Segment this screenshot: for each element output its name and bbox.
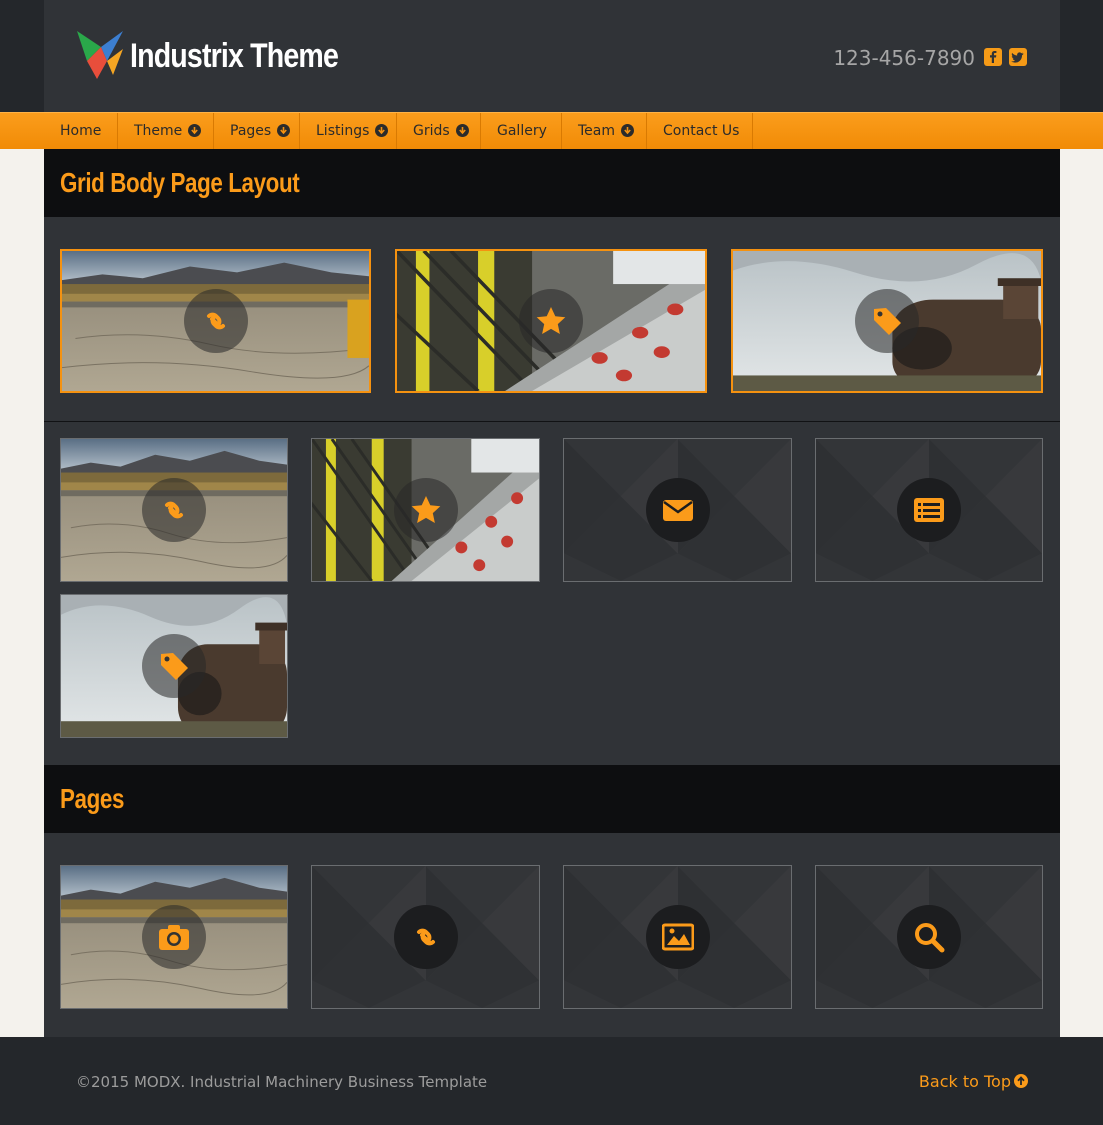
featured-tile[interactable]: [60, 249, 371, 393]
main-content: Grid Body Page Layout Pages: [44, 149, 1060, 1037]
site-brand[interactable]: Industrix Theme: [130, 36, 339, 76]
chevron-down-icon: [277, 124, 291, 137]
phone-number: 123-456-7890: [833, 46, 975, 70]
page-tile[interactable]: [311, 865, 540, 1009]
chevron-down-icon: [455, 124, 469, 137]
arrow-up-circle-icon: [1014, 1074, 1028, 1088]
grid-tile[interactable]: [60, 594, 288, 738]
link-icon: [416, 928, 435, 946]
page-tile[interactable]: [60, 865, 288, 1009]
page-tile[interactable]: [563, 865, 792, 1009]
picture-icon: [661, 923, 694, 951]
chevron-down-icon: [621, 124, 635, 137]
grid-tile[interactable]: [563, 438, 792, 582]
featured-tile[interactable]: [731, 249, 1043, 393]
main-nav: Home Theme Pages Listings Grids Gallery …: [0, 112, 1103, 149]
section-title: Pages: [60, 783, 124, 814]
chevron-down-icon: [188, 124, 202, 137]
link-icon: [165, 501, 183, 519]
nav-item-gallery[interactable]: Gallery: [481, 113, 562, 149]
twitter-icon[interactable]: [1009, 48, 1027, 66]
nav-item-pages[interactable]: Pages: [214, 113, 300, 149]
featured-tile[interactable]: [395, 249, 707, 393]
site-header: Industrix Theme 123-456-7890: [44, 0, 1060, 112]
grid-tile[interactable]: [815, 438, 1043, 582]
link-icon: [206, 312, 225, 330]
chevron-down-icon: [375, 124, 389, 137]
nav-item-theme[interactable]: Theme: [118, 113, 214, 149]
facebook-icon[interactable]: [984, 48, 1002, 66]
nav-item-contact-us[interactable]: Contact Us: [647, 113, 753, 149]
list-icon: [914, 498, 944, 522]
star-icon: [536, 307, 566, 334]
nav-item-grids[interactable]: Grids: [397, 113, 481, 149]
grid-tile[interactable]: [311, 438, 540, 582]
site-footer: ©2015 MODX. Industrial Machinery Busines…: [0, 1037, 1103, 1125]
logo-icon[interactable]: [77, 31, 123, 79]
grid-tile[interactable]: [60, 438, 288, 582]
back-to-top-link[interactable]: Back to Top: [919, 1072, 1028, 1092]
camera-icon: [159, 925, 189, 950]
section-header: Pages: [44, 765, 1060, 833]
section-header: Grid Body Page Layout: [44, 149, 1060, 217]
star-icon: [411, 496, 440, 523]
envelope-icon: [661, 498, 694, 523]
tag-icon: [874, 308, 901, 335]
section-divider: [44, 421, 1060, 422]
nav-item-listings[interactable]: Listings: [300, 113, 397, 149]
search-icon: [913, 921, 945, 953]
section-title: Grid Body Page Layout: [60, 167, 300, 198]
nav-item-home[interactable]: Home: [44, 113, 118, 149]
page-tile[interactable]: [815, 865, 1043, 1009]
tag-icon: [161, 653, 188, 680]
nav-item-team[interactable]: Team: [562, 113, 647, 149]
copyright-text: ©2015 MODX. Industrial Machinery Busines…: [76, 1073, 488, 1091]
